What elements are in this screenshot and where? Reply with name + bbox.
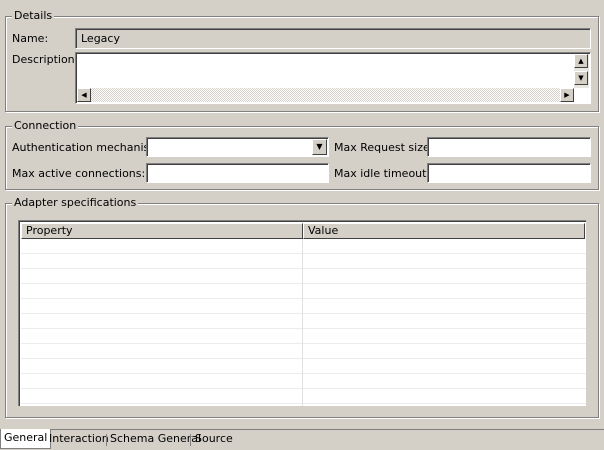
table-row[interactable]: [21, 389, 586, 404]
name-label: Name:: [12, 32, 49, 45]
table-row[interactable]: [21, 344, 586, 359]
description-horizontal-scrollbar[interactable]: ◀ ▶: [77, 88, 574, 102]
description-vertical-scrollbar[interactable]: ▲ ▼: [574, 54, 589, 88]
tab-general[interactable]: General: [0, 429, 52, 449]
table-row[interactable]: [21, 374, 586, 389]
table-row[interactable]: [21, 329, 586, 344]
description-label: Description:: [12, 53, 79, 66]
arrow-right-icon[interactable]: ▶: [560, 88, 574, 102]
max-active-connections-input[interactable]: [146, 163, 329, 183]
details-group-title: Details: [12, 9, 55, 23]
adapter-specifications-title: Adapter specifications: [12, 196, 139, 210]
table-row[interactable]: [21, 284, 586, 299]
name-value: Legacy: [81, 32, 120, 45]
table-row[interactable]: [21, 314, 586, 329]
column-header-property[interactable]: Property: [21, 223, 303, 239]
connection-group-title: Connection: [12, 119, 79, 133]
arrow-up-icon[interactable]: ▲: [574, 54, 588, 68]
auth-mechanism-select[interactable]: ▼: [146, 137, 329, 157]
table-row[interactable]: [21, 239, 586, 254]
table-body[interactable]: [21, 239, 586, 406]
table-row[interactable]: [21, 404, 586, 406]
column-header-value[interactable]: Value: [303, 223, 585, 239]
editor-tab-bar: General Interaction Schema General Sourc…: [0, 429, 604, 450]
chevron-down-icon[interactable]: ▼: [312, 139, 327, 155]
arrow-left-icon[interactable]: ◀: [77, 88, 91, 102]
description-textarea[interactable]: ▲ ▼ ◀ ▶: [75, 52, 591, 104]
table-row[interactable]: [21, 269, 586, 284]
table-header: Property Value: [21, 223, 586, 239]
max-request-size-input[interactable]: [427, 137, 591, 157]
tab-separator: [190, 434, 191, 446]
max-idle-timeout-label: Max idle timeout:: [334, 167, 431, 180]
adapter-properties-table[interactable]: Property Value: [18, 220, 586, 406]
table-row[interactable]: [21, 299, 586, 314]
arrow-down-icon[interactable]: ▼: [574, 71, 588, 85]
table-row[interactable]: [21, 359, 586, 374]
name-field[interactable]: Legacy: [75, 28, 591, 49]
auth-mechanism-label: Authentication mechanism:: [12, 141, 164, 154]
table-row[interactable]: [21, 254, 586, 269]
max-active-connections-label: Max active connections:: [12, 167, 146, 180]
max-idle-timeout-input[interactable]: [427, 163, 591, 183]
max-request-size-label: Max Request size:: [334, 141, 434, 154]
tab-interaction[interactable]: Interaction: [46, 430, 112, 448]
tab-source[interactable]: Source: [192, 430, 236, 448]
